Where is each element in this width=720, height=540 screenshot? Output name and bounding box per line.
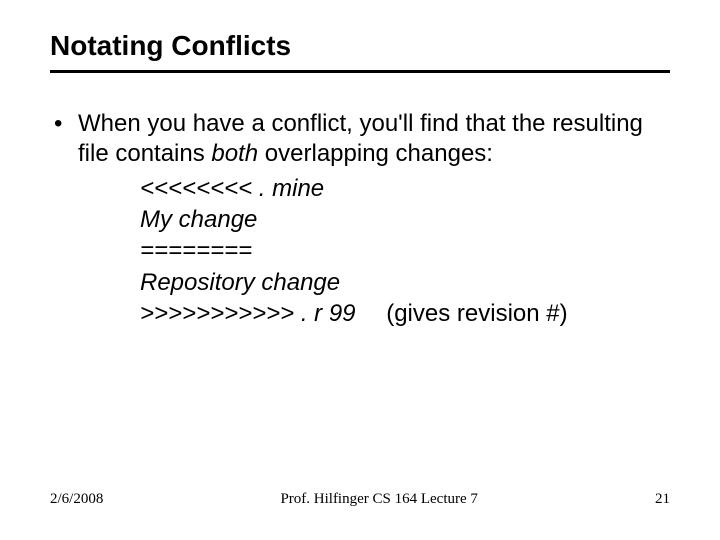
bullet-dot: • bbox=[50, 109, 78, 139]
conflict-rev-line: >>>>>>>>>>> . r 99 (gives revision #) bbox=[140, 298, 670, 329]
conflict-mine-marker: <<<<<<<< . mine bbox=[140, 173, 670, 204]
footer-page: 21 bbox=[655, 491, 670, 508]
conflict-rev-note: (gives revision #) bbox=[386, 300, 567, 327]
footer-center: Prof. Hilfinger CS 164 Lecture 7 bbox=[103, 491, 655, 508]
conflict-my-change: My change bbox=[140, 204, 670, 235]
title-rule bbox=[50, 70, 670, 73]
bullet-post: overlapping changes: bbox=[258, 140, 493, 167]
bullet-text: When you have a conflict, you'll find th… bbox=[78, 109, 670, 169]
slide-footer: 2/6/2008 Prof. Hilfinger CS 164 Lecture … bbox=[0, 491, 720, 508]
slide-title: Notating Conflicts bbox=[50, 30, 670, 62]
bullet-em: both bbox=[211, 140, 258, 167]
conflict-block: <<<<<<<< . mine My change ======== Repos… bbox=[140, 173, 670, 329]
conflict-rev-marker: >>>>>>>>>>> . r 99 bbox=[140, 300, 356, 327]
conflict-repo-change: Repository change bbox=[140, 267, 670, 298]
conflict-separator: ======== bbox=[140, 235, 670, 266]
footer-date: 2/6/2008 bbox=[50, 491, 103, 508]
bullet-item: • When you have a conflict, you'll find … bbox=[50, 109, 670, 169]
